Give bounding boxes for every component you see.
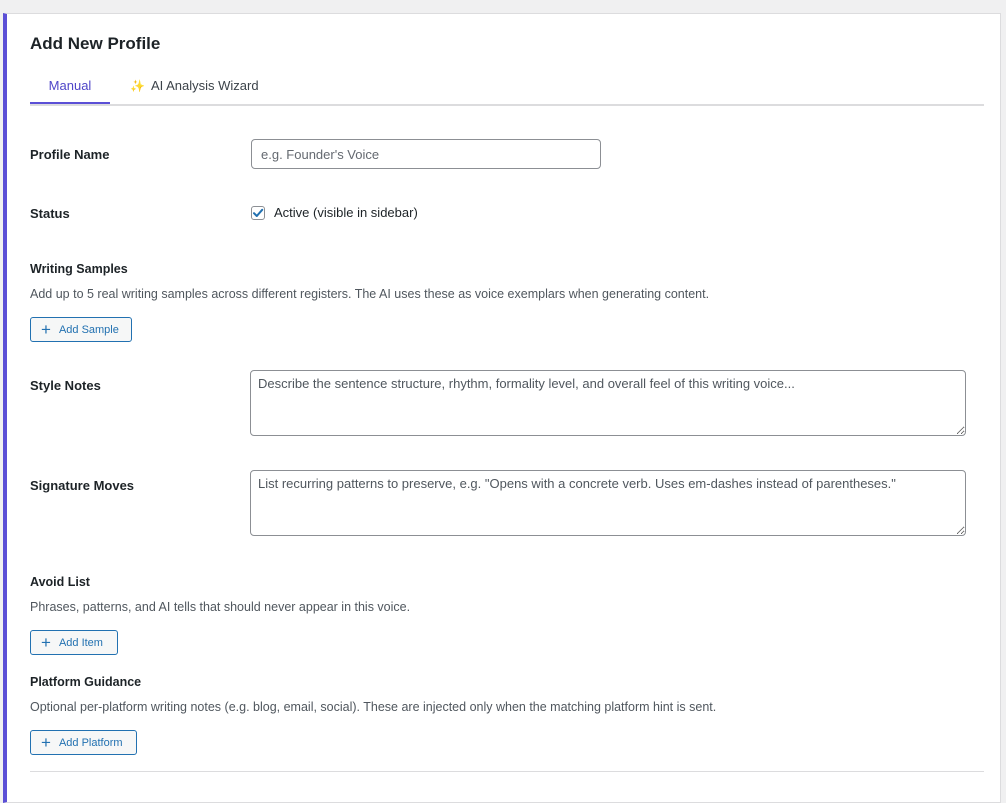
- add-sample-button[interactable]: + Add Sample: [30, 317, 132, 342]
- writing-samples-description: Add up to 5 real writing samples across …: [30, 287, 710, 301]
- add-profile-card: Add New Profile Manual ✨ AI Analysis Wiza…: [3, 13, 1001, 803]
- add-item-button-label: Add Item: [58, 636, 103, 649]
- plus-icon: +: [41, 633, 51, 652]
- signature-moves-textarea[interactable]: [250, 470, 966, 536]
- avoid-list-label: Avoid List: [30, 575, 90, 589]
- status-label: Status: [30, 206, 70, 221]
- add-item-button[interactable]: + Add Item: [30, 630, 118, 655]
- platform-guidance-description: Optional per-platform writing notes (e.g…: [30, 700, 717, 714]
- writing-samples-label: Writing Samples: [30, 262, 128, 276]
- section-divider: [30, 771, 984, 772]
- tab-ai-analysis-wizard-label: AI Analysis Wizard: [150, 78, 259, 93]
- plus-icon: +: [41, 733, 51, 752]
- tab-manual[interactable]: Manual: [30, 76, 110, 104]
- checkmark-icon: [253, 208, 264, 217]
- tab-ai-analysis-wizard[interactable]: ✨ AI Analysis Wizard: [130, 76, 259, 104]
- platform-guidance-label: Platform Guidance: [30, 675, 142, 689]
- signature-moves-label: Signature Moves: [30, 478, 135, 493]
- add-sample-button-label: Add Sample: [58, 323, 119, 336]
- add-platform-button-label: Add Platform: [58, 736, 123, 749]
- profile-name-label: Profile Name: [30, 147, 110, 162]
- status-checkbox-row: Active (visible in sidebar): [251, 205, 418, 220]
- tab-bar: Manual ✨ AI Analysis Wizard: [30, 76, 984, 106]
- active-checkbox[interactable]: [251, 205, 265, 220]
- page-title: Add New Profile: [30, 34, 161, 53]
- add-platform-button[interactable]: + Add Platform: [30, 730, 137, 755]
- profile-name-input[interactable]: [251, 139, 601, 169]
- tab-manual-label: Manual: [48, 78, 92, 93]
- style-notes-textarea[interactable]: [250, 370, 966, 436]
- active-checkbox-label: Active (visible in sidebar): [274, 205, 418, 220]
- avoid-list-description: Phrases, patterns, and AI tells that sho…: [30, 600, 411, 614]
- sparkles-icon: ✨: [130, 79, 145, 93]
- style-notes-label: Style Notes: [30, 378, 101, 393]
- plus-icon: +: [41, 320, 51, 339]
